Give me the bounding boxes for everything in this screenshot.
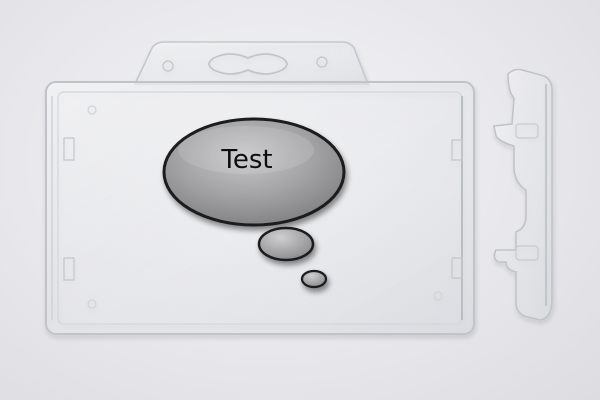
bubble-text: Test <box>220 145 272 175</box>
holder-top-tab <box>133 41 370 85</box>
bubble-trail-medium <box>257 226 315 262</box>
bubble-trail-small <box>300 269 328 289</box>
lanyard-clip-strip <box>493 68 553 321</box>
photo-scene: Test <box>45 41 553 335</box>
clip-strip-body <box>493 68 553 321</box>
